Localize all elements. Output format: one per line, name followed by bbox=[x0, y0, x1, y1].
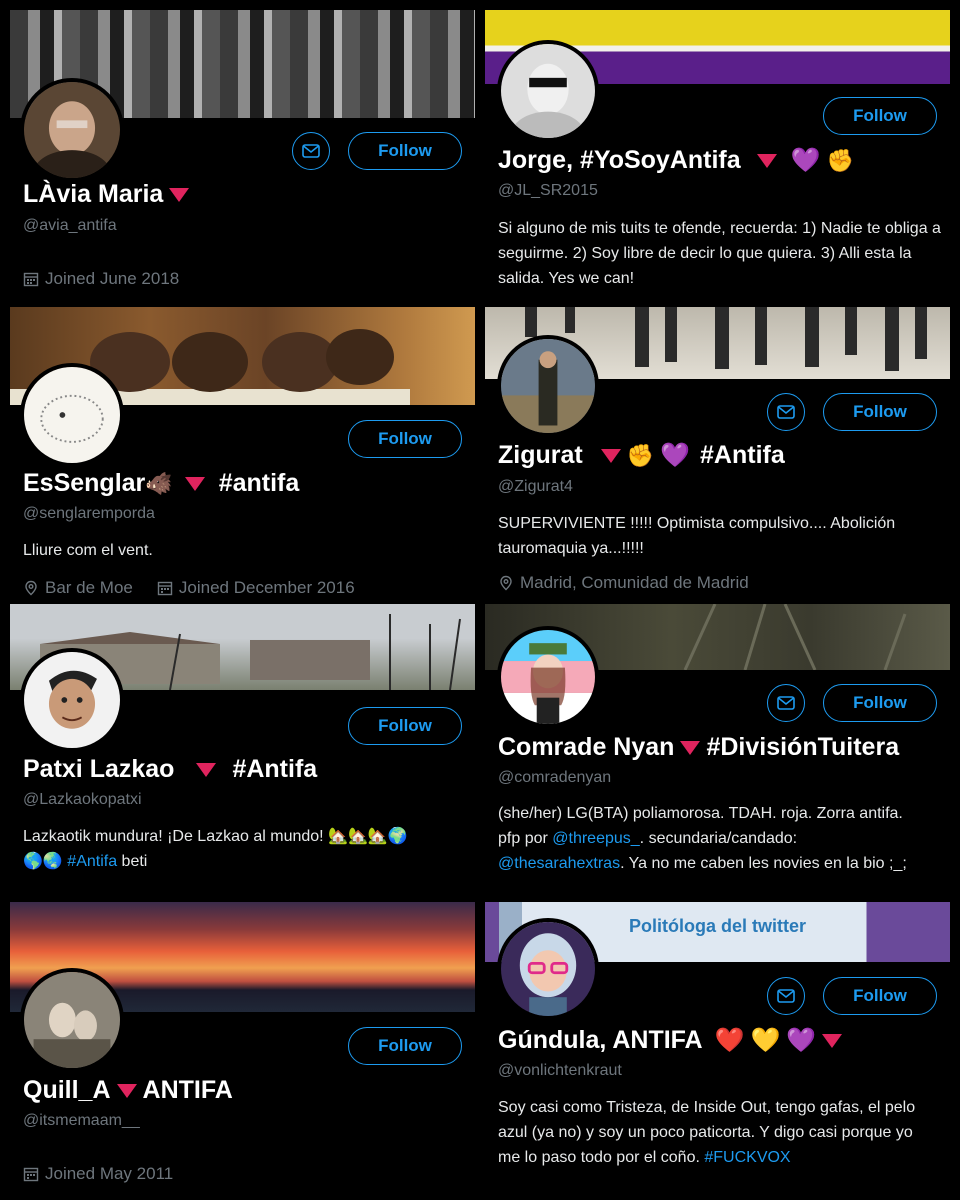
profile-avatar[interactable] bbox=[20, 78, 124, 182]
message-button[interactable] bbox=[767, 684, 805, 722]
profile-avatar[interactable] bbox=[497, 335, 599, 437]
profile-avatar[interactable] bbox=[20, 363, 124, 467]
user-handle: @Zigurat4 bbox=[498, 478, 573, 495]
red-triangle-icon bbox=[822, 1033, 843, 1048]
follow-button[interactable]: Follow bbox=[348, 707, 462, 745]
hashtag-link[interactable]: #Antifa bbox=[67, 853, 117, 870]
profile-bio: Soy casi como Tristeza, de Inside Out, t… bbox=[498, 1099, 916, 1166]
user-handle: @senglaremporda bbox=[23, 505, 155, 522]
red-heart-emoji: ❤️ bbox=[714, 1026, 745, 1054]
follow-button[interactable]: Follow bbox=[348, 132, 462, 170]
user-handle: @avia_antifa bbox=[23, 217, 117, 234]
follow-button[interactable]: Follow bbox=[823, 97, 937, 135]
profile-card-jorge: Follow Jorge, #YoSoyAntifa 💜 ✊ @JL_SR201… bbox=[485, 10, 950, 300]
boar-emoji: 🐗 bbox=[145, 470, 173, 496]
card-bottom-edge bbox=[10, 886, 475, 894]
mail-icon bbox=[777, 696, 795, 710]
red-triangle-icon bbox=[756, 153, 777, 168]
joined-date: Joined May 2011 bbox=[23, 1164, 173, 1184]
profile-avatar[interactable] bbox=[20, 648, 124, 752]
yellow-heart-emoji: 💛 bbox=[750, 1026, 781, 1054]
user-handle: @itsmemaam__ bbox=[23, 1112, 140, 1129]
display-name: Comrade Nyan #DivisiónTuitera bbox=[498, 733, 900, 761]
display-name: Quill_A ANTIFA bbox=[23, 1076, 233, 1104]
calendar-icon bbox=[157, 580, 173, 596]
mail-icon bbox=[777, 405, 795, 419]
display-name: EsSenglar 🐗 #antifa bbox=[23, 469, 300, 497]
user-handle: @JL_SR2015 bbox=[498, 182, 598, 199]
profile-bio: Lliure com el vent. bbox=[23, 542, 153, 559]
red-triangle-icon bbox=[196, 762, 217, 777]
display-name: Gúndula, ANTIFA ❤️ 💛 💜 bbox=[498, 1026, 843, 1055]
mail-icon bbox=[777, 989, 795, 1003]
mail-icon bbox=[302, 144, 320, 158]
red-triangle-icon bbox=[184, 476, 205, 491]
raised-fist-emoji: ✊ bbox=[626, 442, 655, 468]
location-pin-icon bbox=[498, 575, 514, 591]
red-triangle-icon bbox=[169, 187, 190, 202]
raised-fist-emoji: ✊ bbox=[826, 147, 854, 173]
display-name: Zigurat ✊ 💜 #Antifa bbox=[498, 441, 785, 469]
follow-button[interactable]: Follow bbox=[823, 393, 937, 431]
display-name: Jorge, #YoSoyAntifa 💜 ✊ bbox=[498, 146, 854, 174]
profile-card-patxi-lazkao: Follow Patxi Lazkao #Antifa @Lazkaokopat… bbox=[10, 604, 475, 894]
profile-card-avia-maria: Follow LÀvia Maria @avia_antifa Joined J… bbox=[10, 10, 475, 300]
profile-location: Madrid, Comunidad de Madrid bbox=[498, 573, 749, 593]
location-pin-icon bbox=[23, 580, 39, 596]
user-handle: @Lazkaokopatxi bbox=[23, 791, 142, 808]
profile-card-comrade-nyan: Follow Comrade Nyan #DivisiónTuitera @co… bbox=[485, 604, 950, 894]
message-button[interactable] bbox=[767, 393, 805, 431]
profile-avatar[interactable] bbox=[497, 626, 599, 728]
profile-bio: Lazkaotik mundura! ¡De Lazkao al mundo! … bbox=[23, 828, 408, 870]
joined-date: Joined June 2018 bbox=[23, 269, 179, 289]
message-button[interactable] bbox=[292, 132, 330, 170]
follow-button[interactable]: Follow bbox=[823, 684, 937, 722]
purple-heart-emoji: 💜 bbox=[660, 441, 691, 469]
profile-bio: Si alguno de mis tuits te ofende, recuer… bbox=[498, 220, 941, 287]
profile-card-zigurat: Follow Zigurat ✊ 💜 #Antifa @Zigurat4 SUP… bbox=[485, 307, 950, 597]
calendar-icon bbox=[23, 271, 39, 287]
display-name: LÀvia Maria bbox=[23, 180, 190, 209]
purple-heart-emoji: 💜 bbox=[790, 146, 821, 174]
calendar-icon bbox=[23, 1166, 39, 1182]
display-name: Patxi Lazkao #Antifa bbox=[23, 755, 318, 783]
profile-card-gundula: Politóloga del twitter Follow Gúndula, A… bbox=[485, 902, 950, 1192]
follow-button[interactable]: Follow bbox=[348, 1027, 462, 1065]
follow-button[interactable]: Follow bbox=[823, 977, 937, 1015]
user-handle: @comradenyan bbox=[498, 769, 612, 786]
mention-link-threepus[interactable]: @threepus_ bbox=[552, 830, 639, 847]
profile-bio: SUPERVIVIENTE !!!!! Optimista compulsivo… bbox=[498, 515, 896, 557]
red-triangle-icon bbox=[680, 740, 701, 755]
mention-link-thesarahextras[interactable]: @thesarahextras bbox=[498, 855, 620, 872]
profile-bio: (she/her) LG(BTA) poliamorosa. TDAH. roj… bbox=[498, 805, 907, 872]
red-triangle-icon bbox=[116, 1083, 137, 1098]
hashtag-link[interactable]: #FUCKVOX bbox=[704, 1149, 790, 1166]
banner-text: Politóloga del twitter bbox=[629, 916, 807, 936]
follow-button[interactable]: Follow bbox=[348, 420, 462, 458]
profile-meta: Bar de Moe Joined December 2016 bbox=[23, 578, 355, 597]
user-handle: @vonlichtenkraut bbox=[498, 1062, 622, 1079]
profile-card-quill-a: Follow Quill_A ANTIFA @itsmemaam__ Joine… bbox=[10, 902, 475, 1192]
red-triangle-icon bbox=[600, 448, 621, 463]
purple-heart-emoji: 💜 bbox=[786, 1026, 817, 1054]
profile-avatar[interactable] bbox=[20, 968, 124, 1072]
profile-avatar[interactable] bbox=[497, 40, 599, 142]
message-button[interactable] bbox=[767, 977, 805, 1015]
profile-avatar[interactable] bbox=[497, 918, 599, 1020]
profile-card-essenglar: Follow EsSenglar 🐗 #antifa @senglarempord… bbox=[10, 307, 475, 597]
